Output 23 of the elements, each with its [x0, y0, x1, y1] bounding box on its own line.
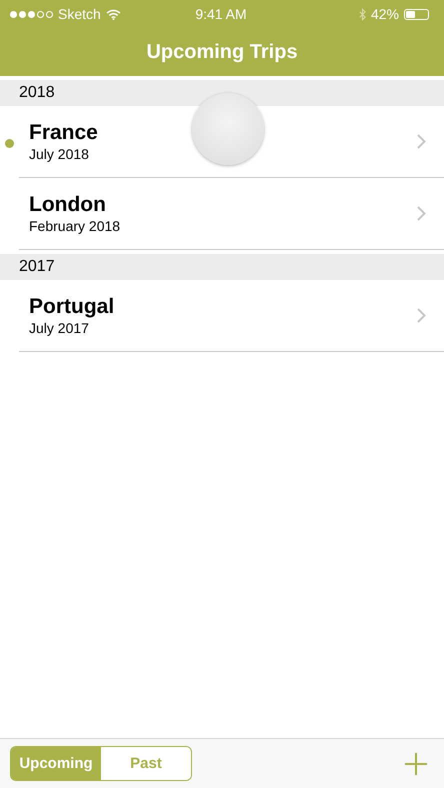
battery-percent: 42% — [370, 6, 399, 22]
section-title: 2017 — [19, 258, 55, 276]
trip-name: London — [29, 192, 107, 216]
status-time: 9:41 AM — [195, 6, 247, 22]
chevron-icon — [417, 206, 426, 221]
bluetooth-icon — [358, 8, 366, 20]
add-icon[interactable] — [405, 752, 427, 774]
chevron-icon — [417, 308, 426, 323]
signal-icon — [10, 10, 53, 18]
trip-name: Portugal — [29, 294, 116, 318]
chevron-icon — [417, 134, 426, 149]
trip-date: February 2018 — [29, 216, 122, 234]
nav-title: Upcoming Trips — [146, 40, 298, 64]
battery-icon — [404, 8, 429, 20]
carrier-name: Sketch — [58, 6, 101, 22]
touch-indicator — [192, 93, 264, 165]
trip-date: July 2018 — [29, 144, 90, 162]
trip-row[interactable]: Portugal July 2017 — [0, 280, 444, 352]
wifi-icon — [106, 8, 121, 20]
trip-name: France — [29, 120, 99, 144]
trip-date: July 2017 — [29, 318, 90, 336]
section-title: 2018 — [19, 84, 55, 102]
trip-row[interactable]: London February 2018 — [0, 178, 444, 250]
